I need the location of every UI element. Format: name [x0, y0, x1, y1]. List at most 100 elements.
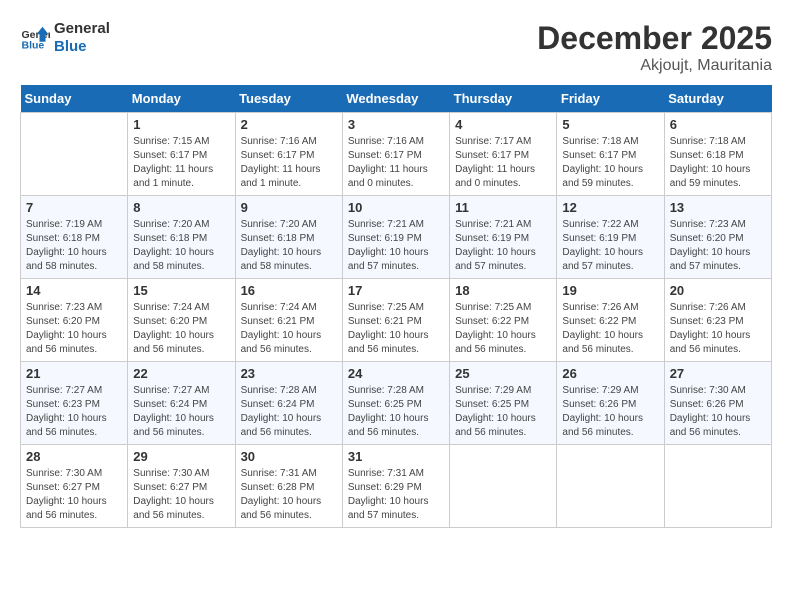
day-info: Sunrise: 7:30 AMSunset: 6:26 PMDaylight:…: [670, 384, 766, 440]
calendar-cell: 4Sunrise: 7:17 AMSunset: 6:17 PMDaylight…: [450, 113, 557, 196]
day-number: 23: [241, 366, 337, 381]
day-number: 14: [26, 283, 122, 298]
weekday-header-thursday: Thursday: [450, 85, 557, 113]
calendar-cell: 14 Sunrise: 7:23 AMSunset: 6:20 PMDayligh…: [21, 279, 128, 362]
weekday-header-sunday: Sunday: [21, 85, 128, 113]
day-info: Sunrise: 7:30 AMSunset: 6:27 PMDaylight:…: [26, 467, 122, 523]
calendar-cell: 7 Sunrise: 7:19 AMSunset: 6:18 PMDaylight…: [21, 196, 128, 279]
day-number: 3: [348, 117, 444, 132]
logo-blue: Blue: [54, 38, 110, 56]
day-info: Sunrise: 7:20 AMSunset: 6:18 PMDaylight:…: [241, 218, 337, 274]
day-info: Sunrise: 7:20 AMSunset: 6:18 PMDaylight:…: [133, 218, 229, 274]
day-info: Sunrise: 7:29 AMSunset: 6:26 PMDaylight:…: [562, 384, 658, 440]
day-number: 8: [133, 200, 229, 215]
weekday-header-tuesday: Tuesday: [235, 85, 342, 113]
calendar-cell: 31 Sunrise: 7:31 AMSunset: 6:29 PMDayligh…: [342, 445, 449, 528]
day-number: 19: [562, 283, 658, 298]
calendar-cell: 22 Sunrise: 7:27 AMSunset: 6:24 PMDayligh…: [128, 362, 235, 445]
day-info: Sunrise: 7:30 AMSunset: 6:27 PMDaylight:…: [133, 467, 229, 523]
day-number: 13: [670, 200, 766, 215]
day-number: 18: [455, 283, 551, 298]
calendar-table: SundayMondayTuesdayWednesdayThursdayFrid…: [20, 85, 772, 528]
calendar-cell: 27 Sunrise: 7:30 AMSunset: 6:26 PMDayligh…: [664, 362, 771, 445]
calendar-cell: [664, 445, 771, 528]
day-info: Sunrise: 7:24 AMSunset: 6:20 PMDaylight:…: [133, 301, 229, 357]
day-info: Sunrise: 7:18 AMSunset: 6:17 PMDaylight:…: [562, 135, 658, 191]
logo-general: General: [54, 20, 110, 38]
calendar-cell: [450, 445, 557, 528]
calendar-cell: 17 Sunrise: 7:25 AMSunset: 6:21 PMDayligh…: [342, 279, 449, 362]
day-number: 26: [562, 366, 658, 381]
day-number: 6: [670, 117, 766, 132]
calendar-cell: 13 Sunrise: 7:23 AMSunset: 6:20 PMDayligh…: [664, 196, 771, 279]
day-number: 7: [26, 200, 122, 215]
week-row-3: 21Sunrise: 7:27 AMSunset: 6:23 PMDayligh…: [21, 362, 772, 445]
day-number: 1: [133, 117, 229, 132]
calendar-cell: 25Sunrise: 7:29 AMSunset: 6:25 PMDayligh…: [450, 362, 557, 445]
calendar-cell: 3 Sunrise: 7:16 AMSunset: 6:17 PMDaylight…: [342, 113, 449, 196]
day-number: 27: [670, 366, 766, 381]
day-number: 16: [241, 283, 337, 298]
day-info: Sunrise: 7:23 AMSunset: 6:20 PMDaylight:…: [670, 218, 766, 274]
calendar-cell: [21, 113, 128, 196]
calendar-cell: 8 Sunrise: 7:20 AMSunset: 6:18 PMDaylight…: [128, 196, 235, 279]
day-info: Sunrise: 7:17 AMSunset: 6:17 PMDaylight:…: [455, 135, 551, 191]
day-number: 10: [348, 200, 444, 215]
day-info: Sunrise: 7:19 AMSunset: 6:18 PMDaylight:…: [26, 218, 122, 274]
calendar-cell: 19Sunrise: 7:26 AMSunset: 6:22 PMDayligh…: [557, 279, 664, 362]
week-row-1: 7 Sunrise: 7:19 AMSunset: 6:18 PMDaylight…: [21, 196, 772, 279]
calendar-cell: 15Sunrise: 7:24 AMSunset: 6:20 PMDayligh…: [128, 279, 235, 362]
day-info: Sunrise: 7:25 AMSunset: 6:22 PMDaylight:…: [455, 301, 551, 357]
day-number: 24: [348, 366, 444, 381]
calendar-cell: 1Sunrise: 7:15 AMSunset: 6:17 PMDaylight…: [128, 113, 235, 196]
day-info: Sunrise: 7:21 AMSunset: 6:19 PMDaylight:…: [455, 218, 551, 274]
day-info: Sunrise: 7:16 AMSunset: 6:17 PMDaylight:…: [348, 135, 444, 191]
day-number: 31: [348, 449, 444, 464]
weekday-header-wednesday: Wednesday: [342, 85, 449, 113]
day-info: Sunrise: 7:18 AMSunset: 6:18 PMDaylight:…: [670, 135, 766, 191]
day-info: Sunrise: 7:23 AMSunset: 6:20 PMDaylight:…: [26, 301, 122, 357]
calendar-cell: 29 Sunrise: 7:30 AMSunset: 6:27 PMDayligh…: [128, 445, 235, 528]
calendar-cell: 20Sunrise: 7:26 AMSunset: 6:23 PMDayligh…: [664, 279, 771, 362]
calendar-cell: 18 Sunrise: 7:25 AMSunset: 6:22 PMDayligh…: [450, 279, 557, 362]
calendar-cell: 10 Sunrise: 7:21 AMSunset: 6:19 PMDayligh…: [342, 196, 449, 279]
location-title: Akjoujt, Mauritania: [537, 57, 772, 75]
day-info: Sunrise: 7:27 AMSunset: 6:24 PMDaylight:…: [133, 384, 229, 440]
day-number: 25: [455, 366, 551, 381]
day-info: Sunrise: 7:25 AMSunset: 6:21 PMDaylight:…: [348, 301, 444, 357]
calendar-cell: 30Sunrise: 7:31 AMSunset: 6:28 PMDayligh…: [235, 445, 342, 528]
day-number: 21: [26, 366, 122, 381]
calendar-cell: 28 Sunrise: 7:30 AMSunset: 6:27 PMDayligh…: [21, 445, 128, 528]
calendar-cell: 21Sunrise: 7:27 AMSunset: 6:23 PMDayligh…: [21, 362, 128, 445]
day-number: 22: [133, 366, 229, 381]
logo: General Blue General Blue: [20, 20, 110, 56]
day-number: 12: [562, 200, 658, 215]
calendar-cell: 2 Sunrise: 7:16 AMSunset: 6:17 PMDaylight…: [235, 113, 342, 196]
header: General Blue General Blue December 2025 …: [20, 20, 772, 75]
day-number: 2: [241, 117, 337, 132]
day-info: Sunrise: 7:31 AMSunset: 6:29 PMDaylight:…: [348, 467, 444, 523]
week-row-4: 28 Sunrise: 7:30 AMSunset: 6:27 PMDayligh…: [21, 445, 772, 528]
day-info: Sunrise: 7:31 AMSunset: 6:28 PMDaylight:…: [241, 467, 337, 523]
title-section: December 2025 Akjoujt, Mauritania: [537, 20, 772, 75]
day-info: Sunrise: 7:21 AMSunset: 6:19 PMDaylight:…: [348, 218, 444, 274]
weekday-header-friday: Friday: [557, 85, 664, 113]
calendar-cell: 5Sunrise: 7:18 AMSunset: 6:17 PMDaylight…: [557, 113, 664, 196]
day-info: Sunrise: 7:28 AMSunset: 6:24 PMDaylight:…: [241, 384, 337, 440]
day-info: Sunrise: 7:24 AMSunset: 6:21 PMDaylight:…: [241, 301, 337, 357]
day-info: Sunrise: 7:26 AMSunset: 6:23 PMDaylight:…: [670, 301, 766, 357]
day-number: 11: [455, 200, 551, 215]
day-number: 17: [348, 283, 444, 298]
day-info: Sunrise: 7:16 AMSunset: 6:17 PMDaylight:…: [241, 135, 337, 191]
calendar-cell: 11 Sunrise: 7:21 AMSunset: 6:19 PMDayligh…: [450, 196, 557, 279]
day-number: 28: [26, 449, 122, 464]
calendar-cell: 9 Sunrise: 7:20 AMSunset: 6:18 PMDaylight…: [235, 196, 342, 279]
calendar-cell: 16 Sunrise: 7:24 AMSunset: 6:21 PMDayligh…: [235, 279, 342, 362]
calendar-cell: 26 Sunrise: 7:29 AMSunset: 6:26 PMDayligh…: [557, 362, 664, 445]
day-number: 9: [241, 200, 337, 215]
calendar-cell: 23 Sunrise: 7:28 AMSunset: 6:24 PMDayligh…: [235, 362, 342, 445]
day-number: 29: [133, 449, 229, 464]
calendar-cell: [557, 445, 664, 528]
month-title: December 2025: [537, 20, 772, 57]
week-row-2: 14 Sunrise: 7:23 AMSunset: 6:20 PMDayligh…: [21, 279, 772, 362]
